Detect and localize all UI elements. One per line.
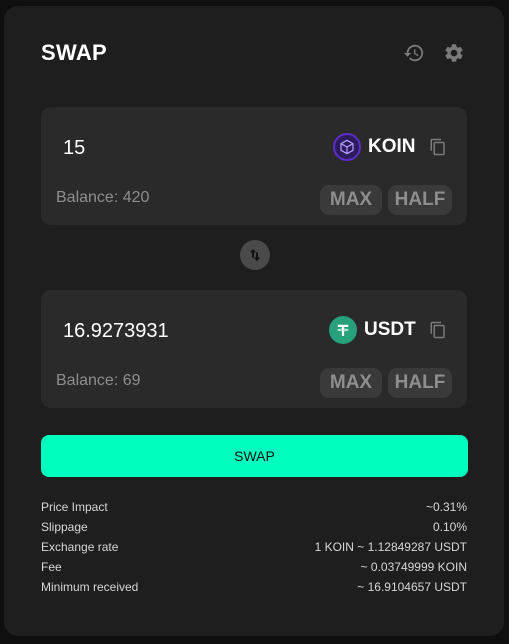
to-amount-input[interactable] <box>63 316 303 346</box>
to-half-button[interactable]: HALF <box>388 368 452 398</box>
detail-value: 0.10% <box>432 520 467 534</box>
detail-value: ~0.31% <box>425 500 467 514</box>
detail-label: Minimum received <box>41 580 139 594</box>
from-max-button[interactable]: MAX <box>320 185 382 215</box>
swap-button[interactable]: SWAP <box>41 435 468 477</box>
from-token-selector[interactable]: KOIN <box>333 133 416 161</box>
usdt-logo-icon <box>329 316 357 344</box>
copy-icon[interactable] <box>428 137 448 157</box>
copy-icon[interactable] <box>428 320 448 340</box>
detail-row: Exchange rate 1 KOIN ~ 1.12849287 USDT <box>41 537 467 557</box>
swap-arrows-icon <box>249 249 261 261</box>
detail-label: Slippage <box>41 520 88 534</box>
detail-row: Slippage 0.10% <box>41 517 467 537</box>
from-half-button[interactable]: HALF <box>388 185 452 215</box>
swap-direction-button[interactable] <box>240 240 270 270</box>
detail-row: Price Impact ~0.31% <box>41 497 467 517</box>
to-token-symbol: USDT <box>364 319 416 340</box>
gear-icon[interactable] <box>443 42 465 64</box>
detail-value: 1 KOIN ~ 1.12849287 USDT <box>314 540 467 554</box>
to-max-button[interactable]: MAX <box>320 368 382 398</box>
detail-label: Exchange rate <box>41 540 119 554</box>
koin-logo-icon <box>333 133 361 161</box>
swap-card: SWAP KOIN Balance: 420 MAX <box>4 6 504 636</box>
detail-value: ~ 0.03749999 KOIN <box>360 560 467 574</box>
swap-details: Price Impact ~0.31% Slippage 0.10% Excha… <box>41 497 467 597</box>
from-balance: Balance: 420 <box>56 189 150 206</box>
page-title: SWAP <box>41 40 107 65</box>
detail-row: Fee ~ 0.03749999 KOIN <box>41 557 467 577</box>
to-balance: Balance: 69 <box>56 372 141 389</box>
history-icon[interactable] <box>403 42 425 64</box>
to-token-panel: USDT Balance: 69 MAX HALF <box>41 290 467 408</box>
to-token-selector[interactable]: USDT <box>329 316 416 344</box>
detail-row: Minimum received ~ 16.9104657 USDT <box>41 577 467 597</box>
from-token-panel: KOIN Balance: 420 MAX HALF <box>41 107 467 225</box>
detail-label: Price Impact <box>41 500 108 514</box>
detail-label: Fee <box>41 560 62 574</box>
from-amount-input[interactable] <box>63 133 303 163</box>
from-token-symbol: KOIN <box>368 136 416 157</box>
detail-value: ~ 16.9104657 USDT <box>357 580 467 594</box>
